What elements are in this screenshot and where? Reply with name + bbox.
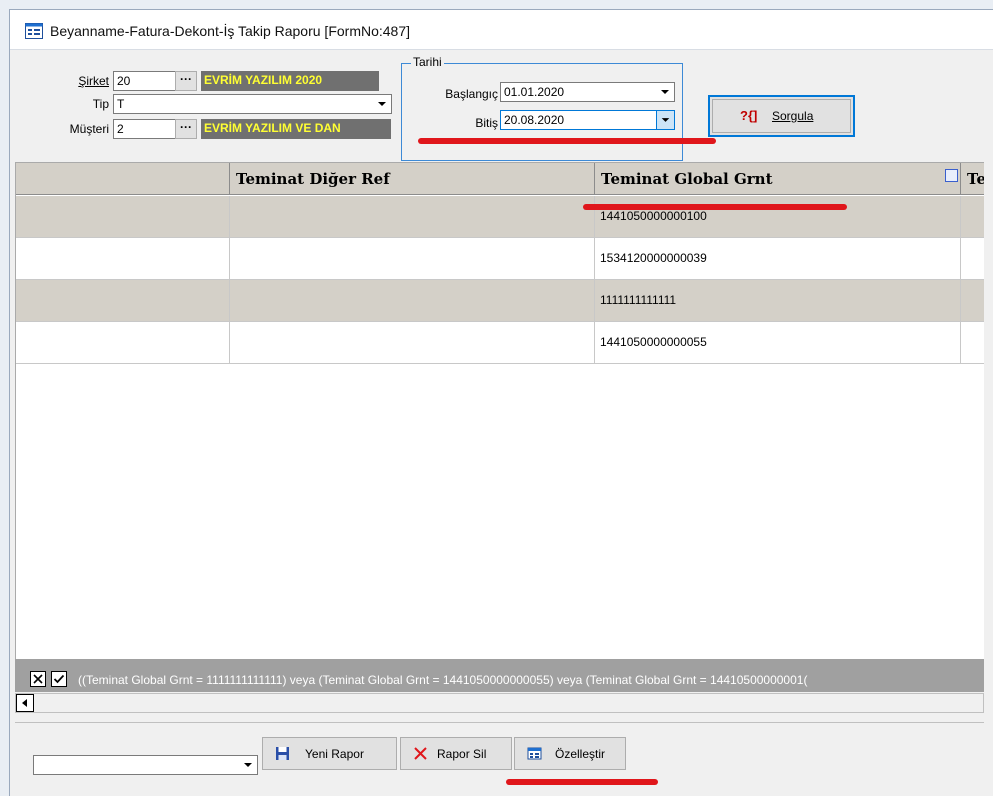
sirket-lookup-button[interactable]: ··· xyxy=(175,71,197,91)
table-row[interactable]: 1111111111111 xyxy=(16,280,984,322)
table-row[interactable]: 1534120000000039 xyxy=(16,238,984,280)
musteri-lookup-button[interactable]: ··· xyxy=(175,119,197,139)
query-icon: ?{] xyxy=(740,108,758,123)
chevron-down-icon xyxy=(244,763,252,767)
table-cell xyxy=(16,322,230,364)
delete-report-button[interactable]: Rapor Sil xyxy=(400,737,512,770)
grid-settings-icon xyxy=(527,747,542,760)
sirket-field[interactable]: 20 xyxy=(113,71,177,91)
report-select[interactable] xyxy=(33,755,258,775)
tip-label: Tip xyxy=(92,97,109,111)
table-cell xyxy=(961,196,984,238)
date-group-title: Tarihi xyxy=(411,55,444,69)
table-cell xyxy=(230,322,595,364)
delete-icon xyxy=(414,747,427,760)
table-cell xyxy=(961,322,984,364)
table-cell xyxy=(230,280,595,322)
musteri-label: Müşteri xyxy=(69,122,109,136)
query-button-label: Sorgula xyxy=(772,109,814,123)
horizontal-scrollbar[interactable] xyxy=(15,693,984,713)
grid-header: Teminat Diğer Ref Teminat Global Grnt Te… xyxy=(16,163,984,195)
end-date-label: Bitiş xyxy=(475,116,498,130)
sirket-name: EVRİM YAZILIM 2020 xyxy=(201,71,379,91)
new-report-button[interactable]: Yeni Rapor xyxy=(262,737,397,770)
check-icon xyxy=(53,674,65,684)
musteri-name: EVRİM YAZILIM VE DAN xyxy=(201,119,391,139)
clear-filter-button[interactable] xyxy=(30,671,46,687)
column-header-teminat-diger-ref[interactable]: Teminat Diğer Ref xyxy=(230,163,595,195)
annotation-underline-date xyxy=(418,138,716,144)
column-header-ter[interactable]: Ter xyxy=(961,163,984,195)
annotation-underline-customize xyxy=(506,779,658,785)
start-date-label: Başlangıç xyxy=(445,87,498,101)
table-row[interactable]: 1441050000000100 xyxy=(16,196,984,238)
close-icon xyxy=(33,674,43,684)
musteri-field[interactable]: 2 xyxy=(113,119,177,139)
table-cell: 1441050000000055 xyxy=(595,322,961,364)
filter-expression: ((Teminat Global Grnt = 1111111111111) v… xyxy=(78,673,808,687)
end-date-picker[interactable]: 20.08.2020 xyxy=(500,110,675,130)
table-cell: 1111111111111 xyxy=(595,280,961,322)
query-button[interactable]: ?{] Sorgula xyxy=(708,95,855,137)
customize-button[interactable]: Özelleştir xyxy=(514,737,626,770)
save-icon xyxy=(276,747,289,760)
scroll-left-button[interactable] xyxy=(16,694,34,712)
form-icon xyxy=(25,23,43,39)
arrow-left-icon xyxy=(22,699,27,707)
filter-bar: ((Teminat Global Grnt = 1111111111111) v… xyxy=(15,659,984,692)
annotation-underline-column xyxy=(583,204,847,210)
chevron-down-icon xyxy=(661,90,669,94)
table-cell xyxy=(16,280,230,322)
tip-select[interactable]: T xyxy=(113,94,392,114)
filter-icon[interactable] xyxy=(945,169,958,182)
table-cell: 1534120000000039 xyxy=(595,238,961,280)
chevron-down-icon xyxy=(378,102,386,106)
data-grid[interactable]: Teminat Diğer Ref Teminat Global Grnt Te… xyxy=(15,162,984,659)
chevron-down-icon xyxy=(656,111,674,129)
filter-enabled-checkbox[interactable] xyxy=(51,671,67,687)
table-cell: 1441050000000100 xyxy=(595,196,961,238)
table-row[interactable]: 1441050000000055 xyxy=(16,322,984,364)
table-cell xyxy=(230,238,595,280)
window-title: Beyanname-Fatura-Dekont-İş Takip Raporu … xyxy=(50,23,411,39)
sirket-label: Şirket xyxy=(78,74,109,88)
table-cell xyxy=(16,196,230,238)
table-cell xyxy=(230,196,595,238)
table-cell xyxy=(961,238,984,280)
title-bar: Beyanname-Fatura-Dekont-İş Takip Raporu … xyxy=(10,10,993,50)
table-cell xyxy=(16,238,230,280)
column-header[interactable] xyxy=(16,163,230,195)
table-cell xyxy=(961,280,984,322)
column-header-teminat-global-grnt[interactable]: Teminat Global Grnt xyxy=(595,163,961,195)
start-date-picker[interactable]: 01.01.2020 xyxy=(500,82,675,102)
